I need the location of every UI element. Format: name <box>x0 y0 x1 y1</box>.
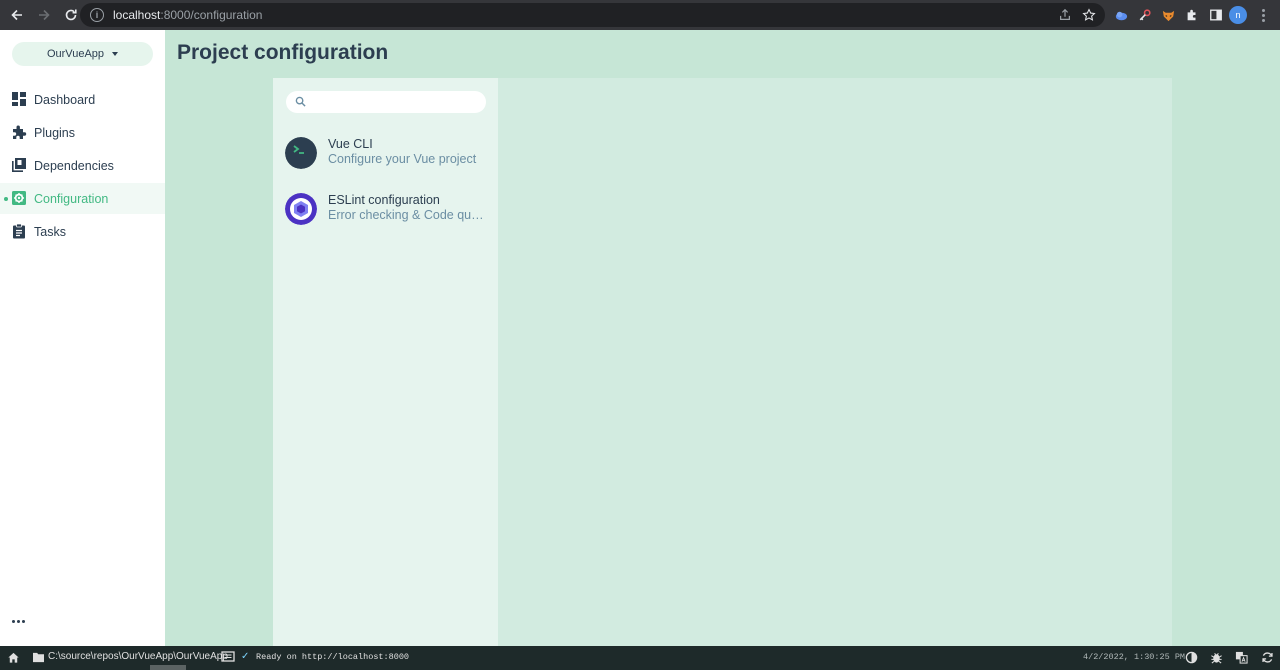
arrow-right-icon <box>39 9 50 21</box>
settings-applications-icon <box>12 191 26 205</box>
active-indicator <box>4 197 8 201</box>
sidebar-item-dependencies[interactable]: Dependencies <box>0 150 165 181</box>
sidebar-item-label: Dashboard <box>34 92 96 107</box>
folder-icon[interactable] <box>32 652 45 663</box>
bug-report-icon[interactable] <box>1210 651 1223 664</box>
refresh-icon[interactable] <box>1261 651 1274 664</box>
project-switcher-button[interactable]: OurVueApp <box>12 42 153 66</box>
sidebar-item-label: Tasks <box>34 224 66 239</box>
search-field[interactable] <box>286 91 486 113</box>
project-name: OurVueApp <box>46 48 105 60</box>
browser-toolbar: i localhost:8000/configuration n <box>0 0 1280 30</box>
library-icon <box>12 158 26 172</box>
sidebar-item-label: Plugins <box>34 125 75 140</box>
site-info-icon[interactable]: i <box>90 8 104 22</box>
chevron-down-icon <box>112 52 119 56</box>
page-title: Project configuration <box>177 41 389 64</box>
arrow-left-icon <box>11 9 22 21</box>
vue-cli-terminal-icon <box>285 137 317 169</box>
address-bar[interactable]: i localhost:8000/configuration <box>80 3 1105 27</box>
sidebar: OurVueApp Dashboard Plugins Dependencies… <box>0 30 165 646</box>
url-path: :8000/configuration <box>160 8 263 22</box>
browser-menu-icon[interactable] <box>1256 6 1270 24</box>
scroll-indicator <box>150 665 186 670</box>
url-host: localhost <box>113 8 161 22</box>
vue-ui-app: OurVueApp Dashboard Plugins Dependencies… <box>0 30 1280 646</box>
status-timestamp: 4/2/2022, 1:30:25 PM <box>1083 652 1186 662</box>
sidebar-item-tasks[interactable]: Tasks <box>0 216 165 247</box>
home-icon[interactable] <box>7 651 20 664</box>
search-input[interactable] <box>310 93 480 111</box>
config-name: ESLint configuration <box>328 193 440 207</box>
puzzle-icon <box>13 125 27 139</box>
back-button[interactable] <box>5 3 29 27</box>
configuration-list-pane: Vue CLI Configure your Vue project ESLin… <box>273 78 498 646</box>
sidebar-item-configuration[interactable]: Configuration <box>0 183 165 214</box>
configuration-detail-pane <box>498 78 1172 646</box>
extension-cloud-icon[interactable] <box>1112 6 1130 24</box>
sidebar-item-label: Configuration <box>34 191 109 206</box>
share-icon[interactable] <box>1057 7 1073 23</box>
config-description: Configure your Vue project <box>328 152 477 166</box>
dark-mode-toggle-icon[interactable] <box>1185 651 1198 664</box>
profile-avatar[interactable]: n <box>1229 6 1247 24</box>
bookmark-star-icon[interactable] <box>1081 7 1097 23</box>
dashboard-icon <box>12 92 26 106</box>
extension-fox-icon[interactable] <box>1159 6 1177 24</box>
sidebar-item-dashboard[interactable]: Dashboard <box>0 84 165 115</box>
translate-icon[interactable] <box>1235 651 1248 664</box>
config-item-vue-cli[interactable]: Vue CLI Configure your Vue project <box>273 130 498 178</box>
sidebar-item-plugins[interactable]: Plugins <box>0 117 165 148</box>
forward-button[interactable] <box>32 3 56 27</box>
more-options-icon[interactable] <box>12 620 25 623</box>
extensions-puzzle-icon[interactable] <box>1183 6 1201 24</box>
search-icon <box>295 96 306 107</box>
side-panel-icon[interactable] <box>1207 6 1225 24</box>
status-message[interactable]: Ready on http://localhost:8000 <box>256 652 409 662</box>
clipboard-icon <box>13 223 25 239</box>
reload-icon <box>65 9 77 21</box>
extension-key-icon[interactable] <box>1136 6 1154 24</box>
url-text[interactable]: localhost:8000/configuration <box>113 8 262 22</box>
sidebar-item-label: Dependencies <box>34 158 114 173</box>
console-log-icon[interactable] <box>221 651 235 663</box>
config-name: Vue CLI <box>328 137 373 151</box>
eslint-icon <box>285 193 317 225</box>
status-bar: C:\source\repos\OurVueApp\OurVueApp ✓ Re… <box>0 646 1280 670</box>
checkmark-icon: ✓ <box>241 651 250 662</box>
config-description: Error checking & Code quality <box>328 208 488 222</box>
project-path[interactable]: C:\source\repos\OurVueApp\OurVueApp <box>48 651 228 662</box>
config-item-eslint[interactable]: ESLint configuration Error checking & Co… <box>273 186 498 234</box>
